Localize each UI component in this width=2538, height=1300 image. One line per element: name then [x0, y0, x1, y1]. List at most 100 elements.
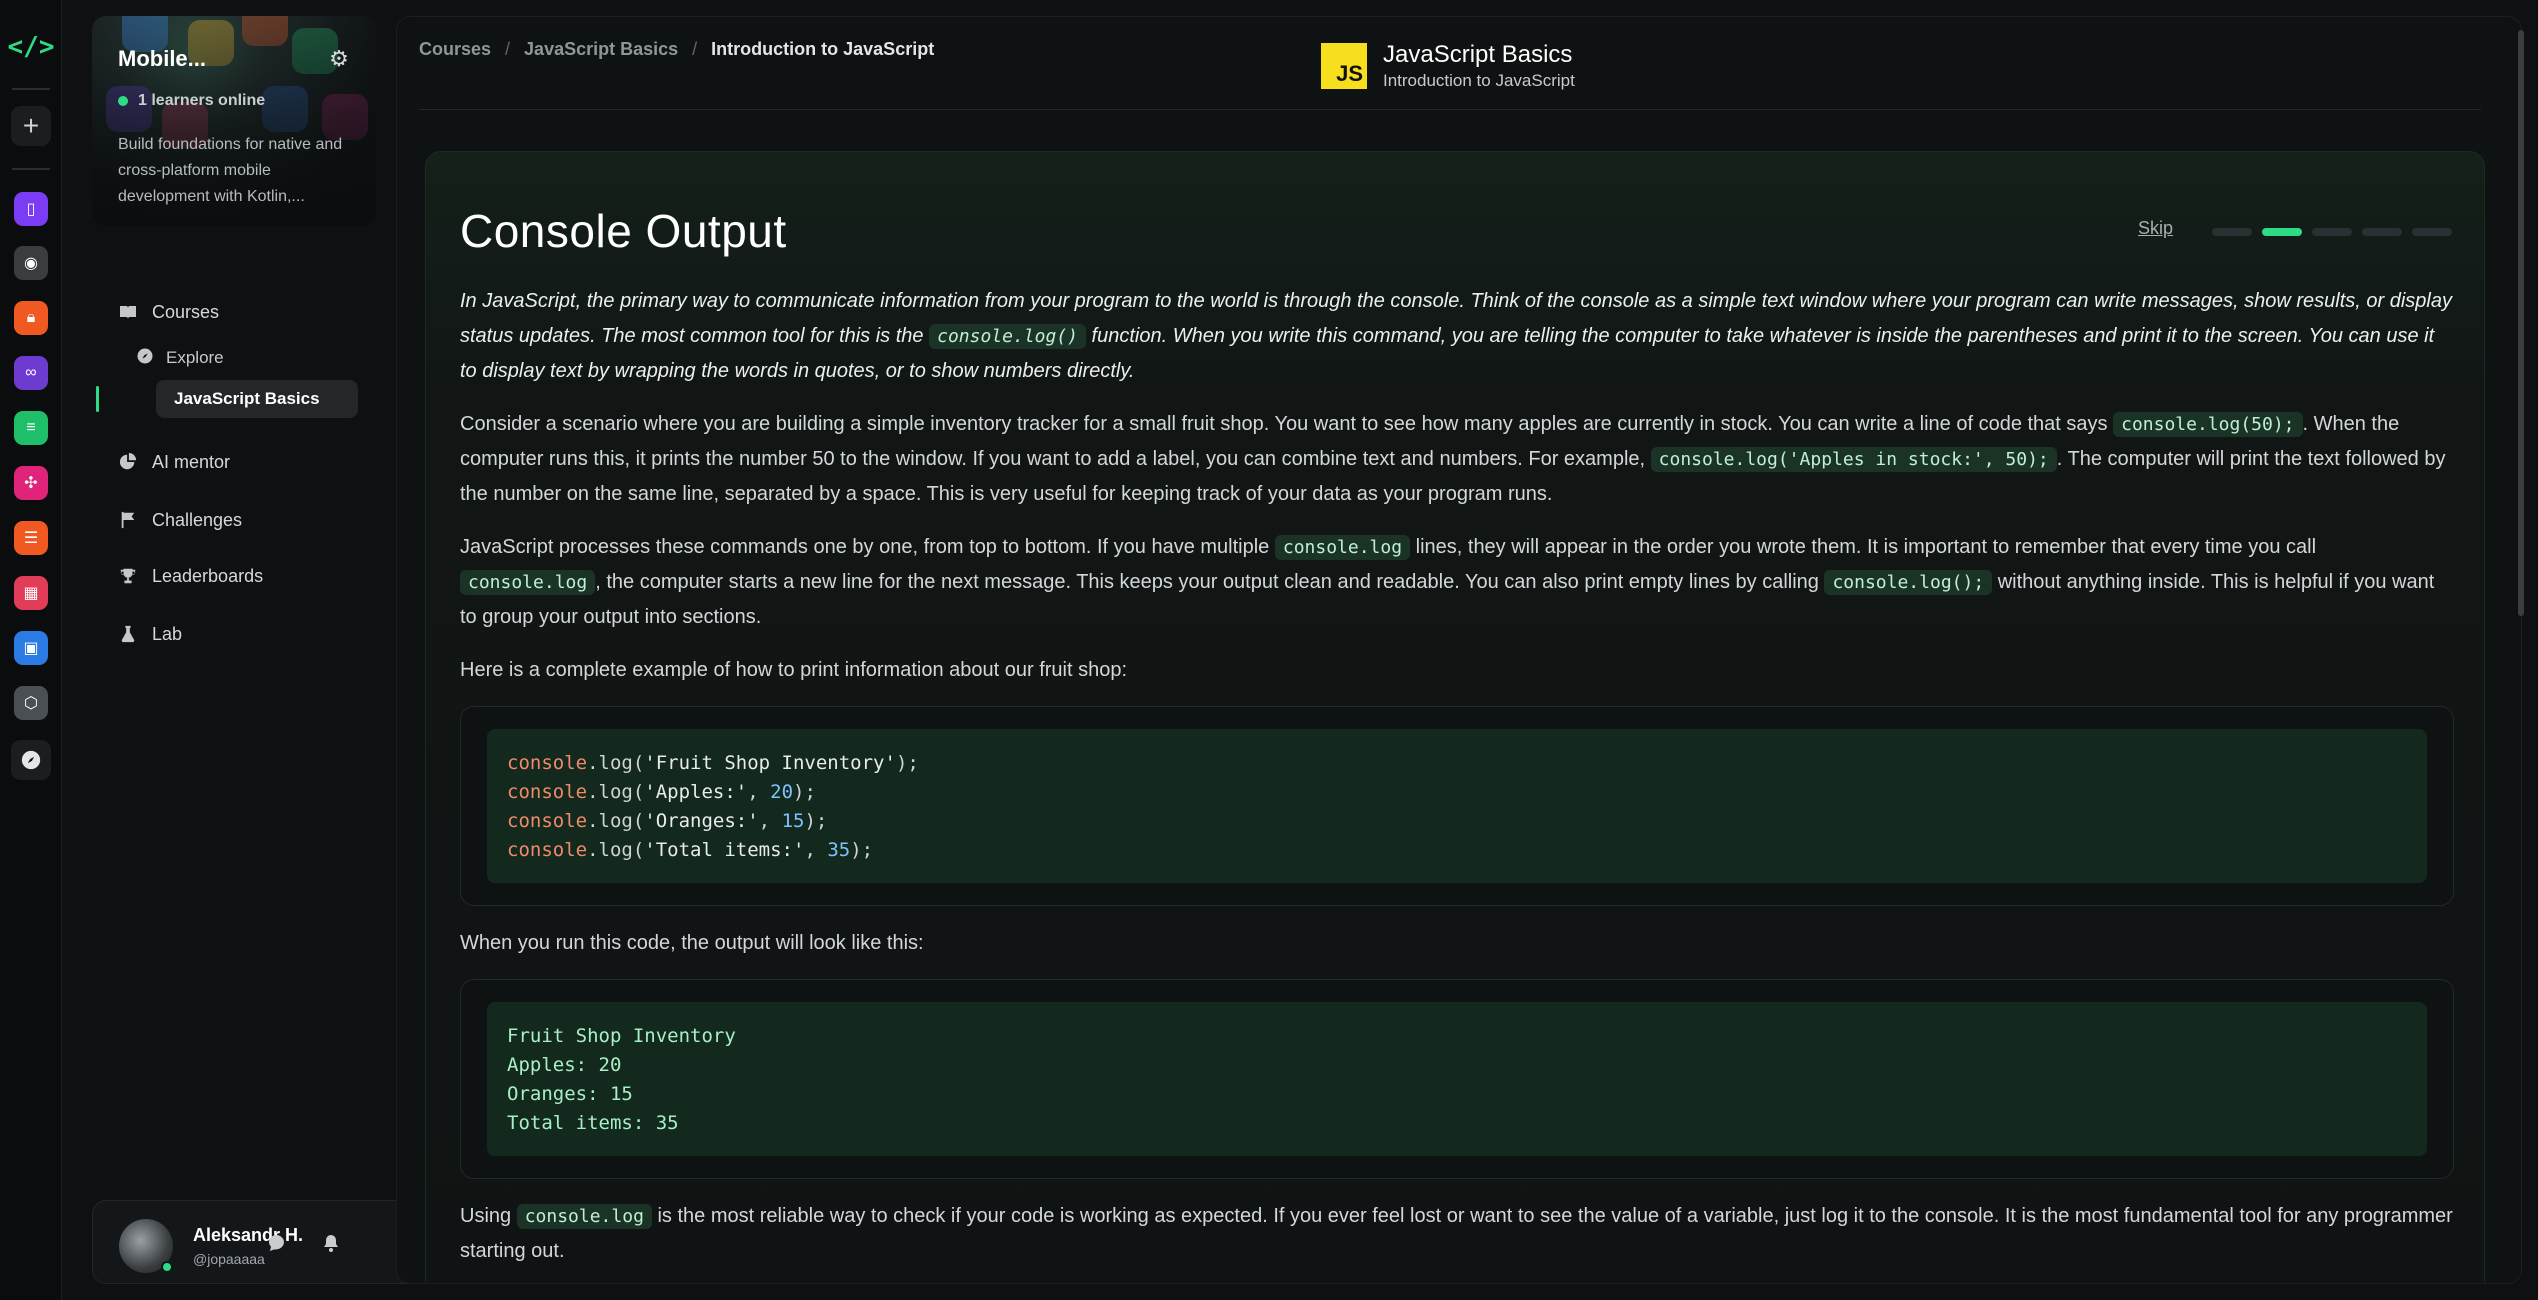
sidebar-item-javascript-basics[interactable]: JavaScript Basics: [156, 380, 358, 418]
code-token: 'Fruit Shop Inventory': [644, 752, 896, 774]
code-token: 20: [770, 781, 794, 803]
code-token: 'Oranges:': [644, 810, 759, 832]
breadcrumb-javascript-basics[interactable]: JavaScript Basics: [524, 39, 678, 60]
app-infinity-icon[interactable]: ∞: [14, 356, 48, 390]
inline-code: console.log(): [929, 324, 1086, 349]
text-run: Using: [460, 1205, 517, 1227]
flag-icon: [118, 510, 138, 530]
app-database-icon[interactable]: ≡: [14, 411, 48, 445]
scrollbar[interactable]: [2518, 30, 2524, 616]
lesson-paragraph: JavaScript processes these commands one …: [460, 530, 2454, 635]
app-layout-icon[interactable]: ▦: [14, 576, 48, 610]
inline-code: console.log: [1274, 535, 1411, 560]
lesson-paragraph: Here is a complete example of how to pri…: [460, 659, 1128, 681]
code-token: console: [507, 839, 588, 861]
sidebar-item-ai-mentor[interactable]: AI mentor: [118, 442, 230, 482]
sidebar-item-courses[interactable]: Courses: [118, 292, 219, 332]
console-output: Fruit Shop Inventory Apples: 20 Oranges: 1…: [487, 1002, 2427, 1156]
active-indicator: [96, 386, 99, 412]
app-camera-icon[interactable]: ◉: [14, 246, 48, 280]
code-token: );: [804, 810, 828, 832]
rail-divider: [12, 88, 50, 90]
main-panel: Courses / JavaScript Basics / Introducti…: [396, 16, 2522, 1284]
output-line: Oranges: 15: [507, 1083, 633, 1105]
online-indicator: 1 learners online: [118, 92, 265, 110]
code-token: .log(: [587, 810, 645, 832]
app-lock-icon[interactable]: 🔒︎: [14, 301, 48, 335]
gear-icon[interactable]: ⚙: [328, 48, 350, 70]
js-logo-icon: JS: [1321, 43, 1367, 89]
lesson-paragraph: Using console.log is the most reliable w…: [460, 1199, 2454, 1269]
code-token: .log(: [587, 781, 645, 803]
lesson-paragraph: When you run this code, the output will …: [460, 932, 924, 954]
code-token: ,: [804, 839, 828, 861]
rail-divider: [12, 168, 50, 170]
inline-code: console.log();: [1824, 570, 1993, 595]
compass-icon[interactable]: [11, 740, 51, 780]
code-editor[interactable]: console.log('Fruit Shop Inventory'); cons…: [487, 729, 2427, 883]
sidebar-item-label: Explore: [166, 348, 224, 367]
flask-icon: [118, 624, 138, 644]
step-indicator: [2362, 228, 2402, 236]
inline-code: console.log('Apples in stock:', 50);: [1650, 447, 2057, 472]
lesson-paragraph: In JavaScript, the primary way to commun…: [460, 284, 2454, 389]
text-run: , the computer starts a new line for the…: [595, 571, 1825, 593]
online-count: 1 learners online: [138, 92, 266, 109]
sidebar-item-label: AI mentor: [152, 451, 231, 472]
sidebar-item-challenges[interactable]: Challenges: [118, 500, 242, 540]
text-run: is the most reliable way to check if you…: [460, 1205, 2453, 1262]
step-indicator: [2412, 228, 2452, 236]
app-api-icon[interactable]: ⬡: [14, 686, 48, 720]
sidebar-item-leaderboards[interactable]: Leaderboards: [118, 556, 263, 596]
app-stack-icon[interactable]: ☰: [14, 521, 48, 555]
breadcrumb: Courses / JavaScript Basics / Introducti…: [419, 39, 934, 60]
code-line: console.log('Total items:', 35);: [507, 836, 2407, 865]
course-title: JavaScript Basics: [1383, 41, 1573, 68]
text-run: lines, they will appear in the order you…: [1410, 536, 2317, 558]
step-indicator: [2312, 228, 2352, 236]
header-divider: [419, 109, 2481, 110]
output-line: Total items: 35: [507, 1112, 679, 1134]
bell-icon[interactable]: [317, 1229, 345, 1257]
sidebar: Mobile... ⚙ 1 learners online Build foun…: [92, 16, 464, 1284]
course-subtitle: Introduction to JavaScript: [1383, 71, 1575, 90]
plus-icon[interactable]: +: [11, 106, 51, 146]
inline-code: console.log(50);: [2113, 412, 2303, 437]
lesson-paragraph: Consider a scenario where you are buildi…: [460, 407, 2454, 512]
breadcrumb-courses[interactable]: Courses: [419, 39, 491, 60]
code-token: 'Apples:': [644, 781, 748, 803]
sidebar-item-explore[interactable]: Explore: [136, 340, 224, 376]
sidebar-item-label: Leaderboards: [152, 565, 264, 586]
console-output-block: Fruit Shop Inventory Apples: 20 Oranges: 1…: [460, 979, 2454, 1179]
code-logo-icon[interactable]: </>: [8, 26, 55, 68]
inline-code: console.log: [460, 570, 596, 595]
app-mobile-icon[interactable]: ▯: [14, 192, 48, 226]
sidebar-item-lab[interactable]: Lab: [118, 614, 182, 654]
code-token: console: [507, 781, 588, 803]
app-network-icon[interactable]: ✣: [14, 466, 48, 500]
course-hero-description: Build foundations for native and cross-p…: [118, 136, 343, 205]
pie-chart-icon: [118, 452, 138, 472]
code-line: console.log('Apples:', 20);: [507, 778, 2407, 807]
code-line: console.log('Oranges:', 15);: [507, 807, 2407, 836]
code-token: 35: [827, 839, 851, 861]
chat-icon[interactable]: [263, 1229, 291, 1257]
code-token: ,: [758, 810, 782, 832]
output-line: Apples: 20: [507, 1054, 622, 1076]
app-rail: </> + ▯ ◉ 🔒︎ ∞ ≡ ✣ ☰ ▦ ▣ ⬡: [0, 0, 62, 1300]
code-token: 'Total items:': [644, 839, 805, 861]
code-token: .log(: [587, 839, 645, 861]
step-indicator: [2212, 228, 2252, 236]
course-hero-card[interactable]: Mobile... ⚙ 1 learners online Build foun…: [92, 16, 376, 226]
code-token: .log(: [587, 752, 645, 774]
skip-link[interactable]: Skip: [2138, 218, 2173, 239]
code-token: console: [507, 810, 588, 832]
code-token: );: [793, 781, 816, 803]
sidebar-item-label: Courses: [152, 301, 220, 322]
breadcrumb-separator: /: [505, 39, 511, 59]
code-line: console.log('Fruit Shop Inventory');: [507, 749, 2407, 778]
online-status-icon: [161, 1261, 173, 1273]
app-window-icon[interactable]: ▣: [14, 631, 48, 665]
code-token: console: [507, 752, 588, 774]
code-token: );: [850, 839, 874, 861]
